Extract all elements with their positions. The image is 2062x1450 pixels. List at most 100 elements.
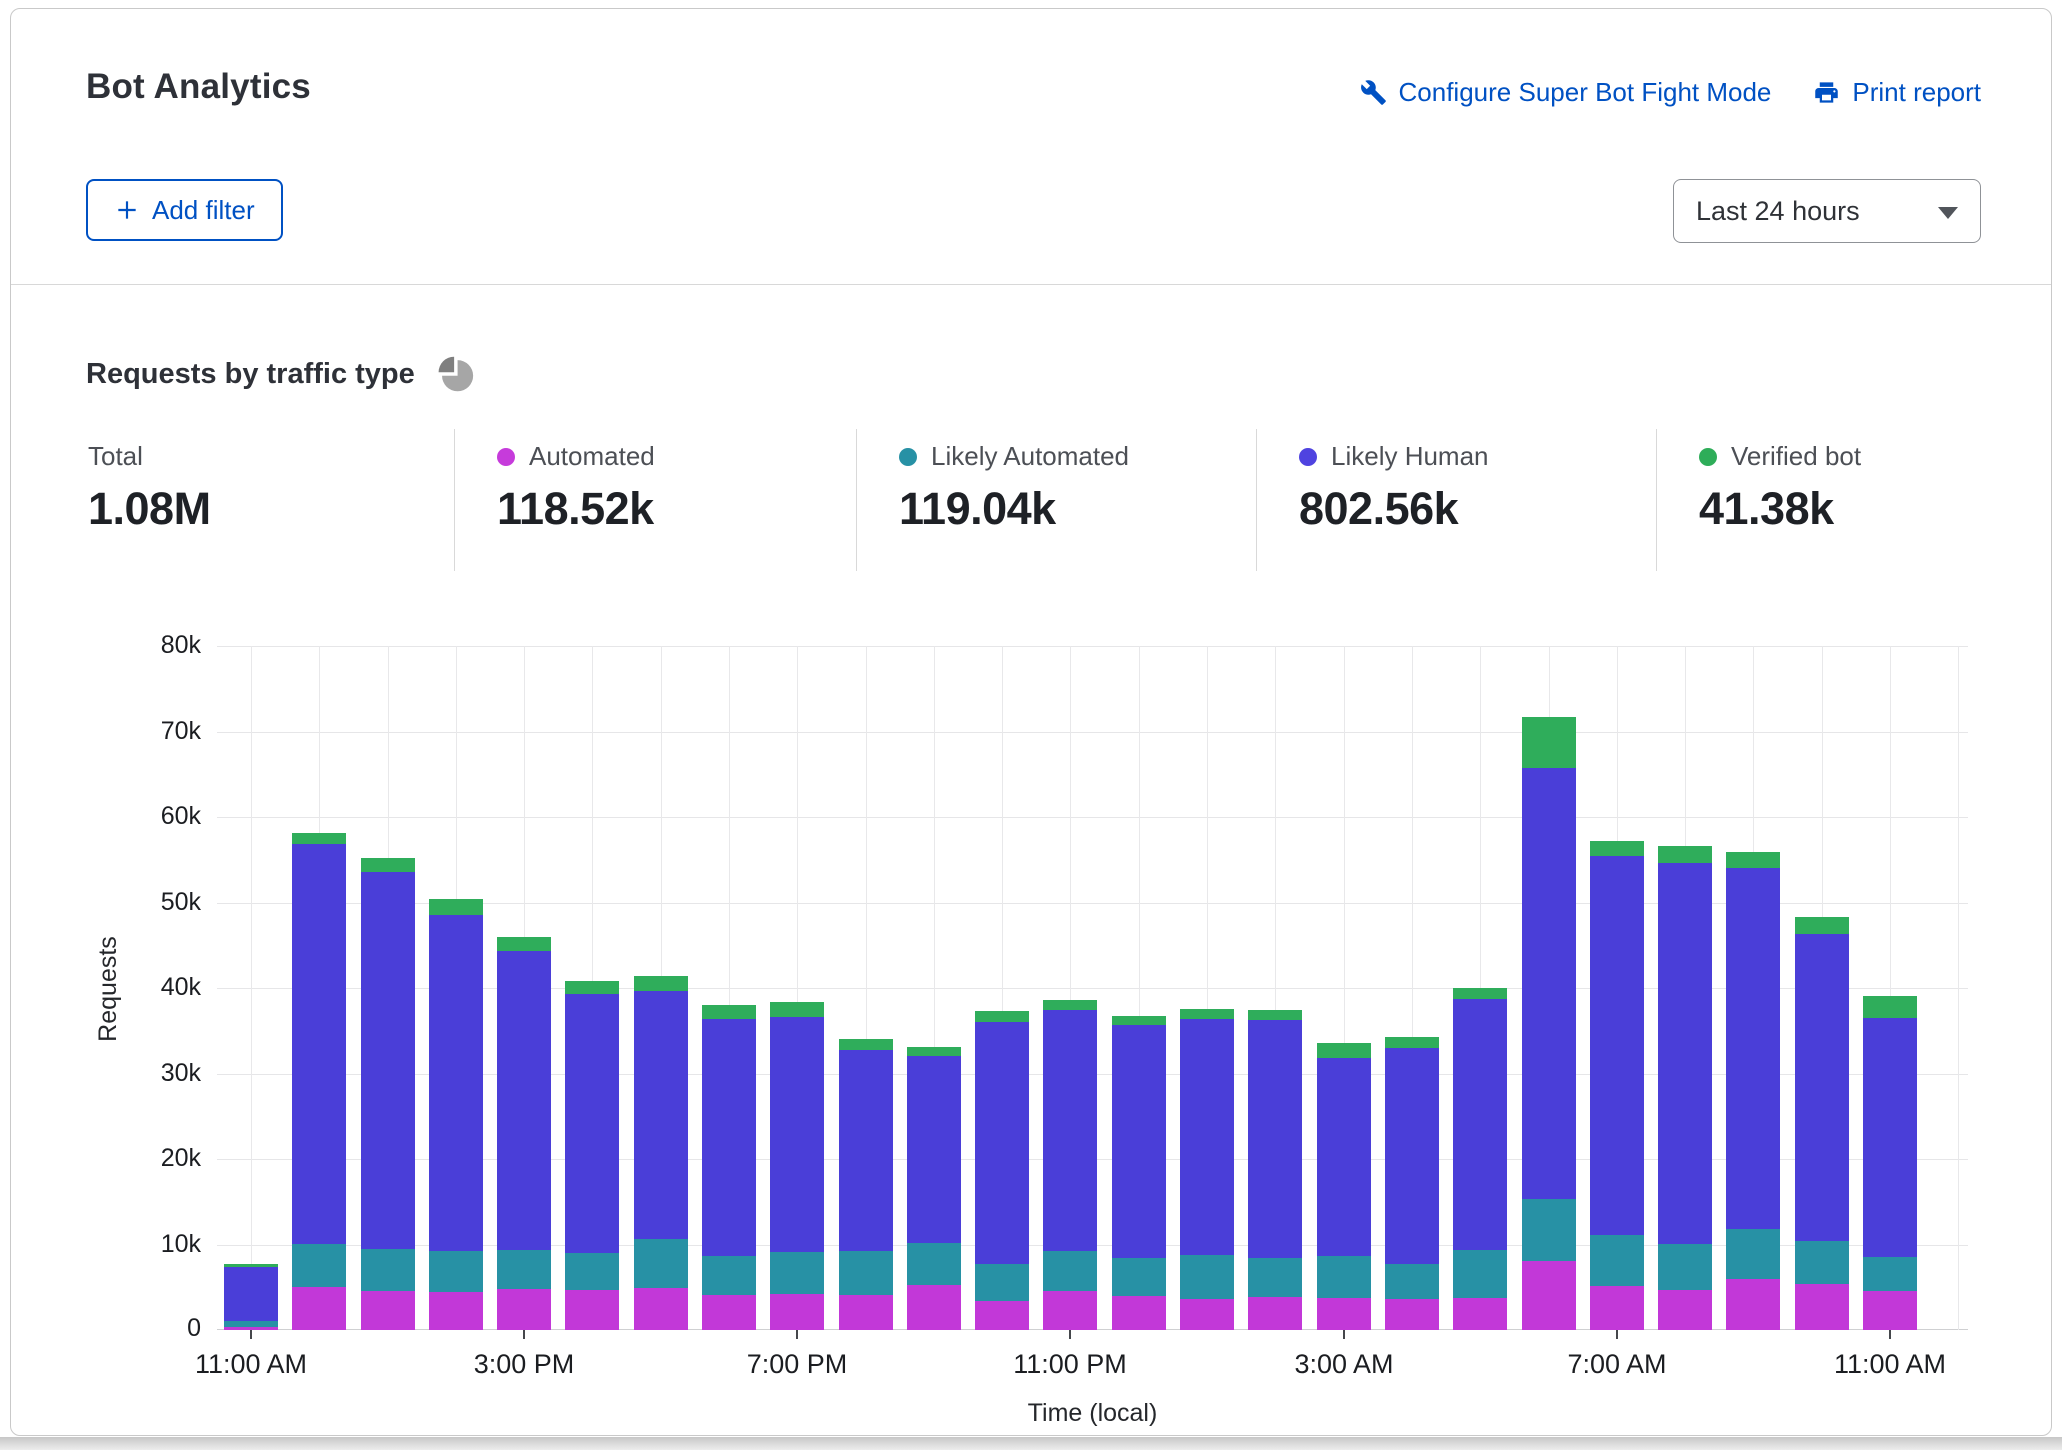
bar-200am[interactable] bbox=[1248, 1010, 1302, 1330]
bar-900pm[interactable] bbox=[907, 1047, 961, 1330]
x-tick-label: 3:00 PM bbox=[414, 1349, 634, 1380]
bar-segment-verified-bot bbox=[1453, 988, 1507, 999]
bar-600pm[interactable] bbox=[702, 1005, 756, 1330]
bar-segment-verified-bot bbox=[634, 976, 688, 991]
bar-segment-automated bbox=[1317, 1298, 1371, 1330]
y-tick-label: 80k bbox=[51, 631, 201, 660]
stat-likely-human-label: Likely Human bbox=[1331, 441, 1489, 472]
bar-segment-verified-bot bbox=[429, 899, 483, 915]
bar-900am[interactable] bbox=[1726, 852, 1780, 1330]
bar-800am[interactable] bbox=[1658, 846, 1712, 1330]
x-axis-tick bbox=[1343, 1330, 1345, 1339]
bar-segment-automated bbox=[1453, 1298, 1507, 1330]
bar-segment-verified-bot bbox=[1385, 1037, 1439, 1048]
chevron-down-icon bbox=[1938, 207, 1958, 219]
bar-700pm[interactable] bbox=[770, 1002, 824, 1330]
time-range-select[interactable]: Last 24 hours bbox=[1673, 179, 1981, 243]
bar-segment-verified-bot bbox=[1180, 1009, 1234, 1019]
bar-segment-likely-human bbox=[1453, 999, 1507, 1250]
bar-segment-likely-automated bbox=[1590, 1235, 1644, 1286]
bar-1100am[interactable] bbox=[1863, 996, 1917, 1330]
print-report-link[interactable]: Print report bbox=[1813, 77, 1981, 108]
bar-segment-likely-automated bbox=[1522, 1199, 1576, 1261]
bar-600am[interactable] bbox=[1522, 717, 1576, 1330]
bar-segment-likely-human bbox=[634, 991, 688, 1239]
header-divider bbox=[11, 284, 2051, 285]
bar-segment-automated bbox=[1863, 1291, 1917, 1330]
bar-segment-likely-human bbox=[1385, 1048, 1439, 1264]
bar-segment-likely-automated bbox=[975, 1264, 1029, 1301]
bar-segment-likely-human bbox=[975, 1022, 1029, 1264]
bar-segment-verified-bot bbox=[1863, 996, 1917, 1018]
bar-segment-likely-automated bbox=[702, 1256, 756, 1295]
bar-1100am[interactable] bbox=[224, 1264, 278, 1330]
bar-segment-verified-bot bbox=[839, 1039, 893, 1050]
bar-segment-verified-bot bbox=[1248, 1010, 1302, 1020]
bar-segment-automated bbox=[907, 1285, 961, 1330]
print-link-label: Print report bbox=[1852, 77, 1981, 108]
pie-chart-icon bbox=[435, 355, 475, 393]
bar-segment-likely-human bbox=[1863, 1018, 1917, 1257]
bar-300pm[interactable] bbox=[497, 937, 551, 1330]
v-gridline bbox=[251, 646, 252, 1330]
y-tick-label: 0 bbox=[51, 1314, 201, 1343]
bar-1000am[interactable] bbox=[1795, 917, 1849, 1330]
x-tick-label: 11:00 AM bbox=[141, 1349, 361, 1380]
plus-icon bbox=[114, 197, 140, 223]
bar-segment-likely-automated bbox=[429, 1251, 483, 1292]
y-tick-label: 30k bbox=[51, 1059, 201, 1088]
bar-segment-automated bbox=[1248, 1297, 1302, 1330]
bar-400pm[interactable] bbox=[565, 981, 619, 1330]
x-tick-label: 11:00 PM bbox=[960, 1349, 1180, 1380]
bar-segment-verified-bot bbox=[1522, 717, 1576, 768]
bar-300am[interactable] bbox=[1317, 1043, 1371, 1330]
bar-segment-likely-automated bbox=[1317, 1256, 1371, 1298]
bar-700am[interactable] bbox=[1590, 841, 1644, 1330]
bar-segment-likely-human bbox=[1180, 1019, 1234, 1255]
x-axis-title: Time (local) bbox=[217, 1399, 1968, 1428]
stat-verified-bot-label: Verified bot bbox=[1731, 441, 1861, 472]
bar-segment-likely-automated bbox=[1248, 1258, 1302, 1297]
bar-segment-likely-automated bbox=[1863, 1257, 1917, 1291]
x-tick-label: 7:00 PM bbox=[687, 1349, 907, 1380]
bar-1100pm[interactable] bbox=[1043, 1000, 1097, 1330]
bar-segment-verified-bot bbox=[1317, 1043, 1371, 1058]
bar-100pm[interactable] bbox=[361, 858, 415, 1330]
bar-segment-automated bbox=[634, 1288, 688, 1330]
page-bottom-strip bbox=[0, 1437, 2062, 1450]
bar-segment-automated bbox=[292, 1287, 346, 1330]
bar-segment-likely-human bbox=[1658, 863, 1712, 1244]
bar-500am[interactable] bbox=[1453, 988, 1507, 1330]
stat-automated: Automated 118.52k bbox=[454, 429, 856, 571]
wrench-icon bbox=[1360, 79, 1387, 106]
bar-1000pm[interactable] bbox=[975, 1011, 1029, 1330]
bar-400am[interactable] bbox=[1385, 1037, 1439, 1330]
bar-segment-likely-human bbox=[429, 915, 483, 1251]
bar-segment-likely-automated bbox=[1658, 1244, 1712, 1290]
y-tick-label: 10k bbox=[51, 1230, 201, 1259]
x-tick-label: 7:00 AM bbox=[1507, 1349, 1727, 1380]
x-tick-label: 3:00 AM bbox=[1234, 1349, 1454, 1380]
bar-segment-automated bbox=[1590, 1286, 1644, 1330]
y-tick-label: 70k bbox=[51, 717, 201, 746]
h-gridline bbox=[217, 732, 1968, 733]
add-filter-button[interactable]: Add filter bbox=[86, 179, 283, 241]
bar-100am[interactable] bbox=[1180, 1009, 1234, 1330]
bar-segment-likely-human bbox=[1248, 1020, 1302, 1258]
bar-segment-automated bbox=[1726, 1279, 1780, 1330]
bar-segment-automated bbox=[361, 1291, 415, 1330]
bar-segment-likely-human bbox=[292, 844, 346, 1244]
configure-super-bot-fight-mode-link[interactable]: Configure Super Bot Fight Mode bbox=[1360, 77, 1772, 108]
x-tick-label: 11:00 AM bbox=[1780, 1349, 2000, 1380]
stat-likely-automated-label: Likely Automated bbox=[931, 441, 1129, 472]
bar-1200pm[interactable] bbox=[292, 833, 346, 1330]
bar-800pm[interactable] bbox=[839, 1039, 893, 1330]
stat-likely-human-value: 802.56k bbox=[1299, 483, 1656, 535]
bar-200pm[interactable] bbox=[429, 899, 483, 1330]
bar-1200am[interactable] bbox=[1112, 1016, 1166, 1330]
section-title: Requests by traffic type bbox=[86, 358, 415, 391]
bar-500pm[interactable] bbox=[634, 976, 688, 1330]
bar-segment-likely-automated bbox=[1385, 1264, 1439, 1299]
bar-segment-likely-human bbox=[1795, 934, 1849, 1241]
bar-segment-verified-bot bbox=[1726, 852, 1780, 868]
